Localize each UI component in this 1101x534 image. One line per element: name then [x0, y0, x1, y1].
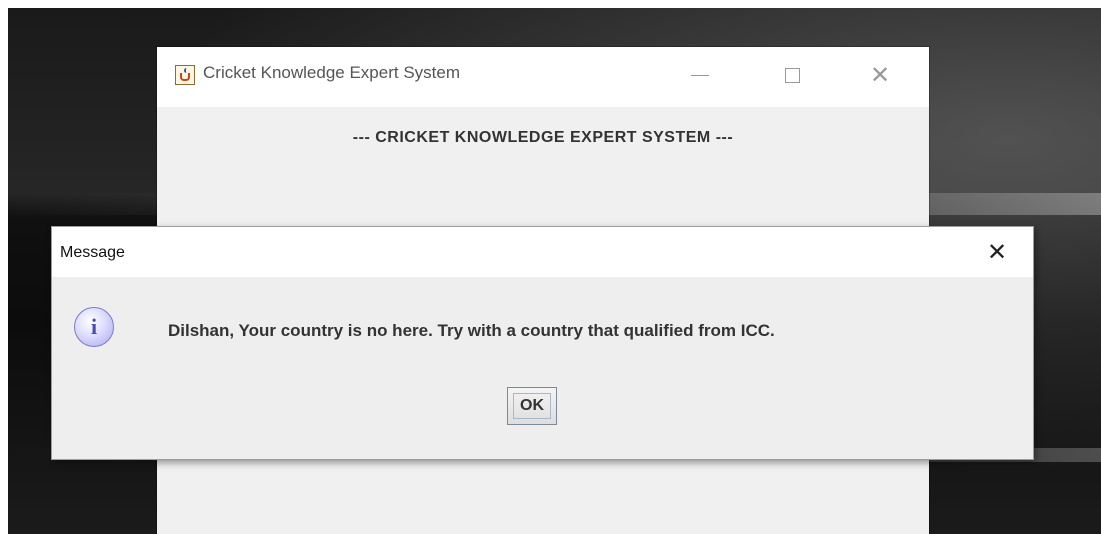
maximize-button[interactable]: [769, 57, 815, 93]
info-icon: i: [74, 307, 114, 347]
close-icon: ✕: [869, 61, 891, 89]
minimize-button[interactable]: [677, 57, 723, 93]
java-cup-icon[interactable]: [175, 65, 195, 85]
maximize-icon: [784, 67, 800, 83]
main-window-title: Cricket Knowledge Expert System: [203, 63, 460, 82]
dialog-message: Dilshan, Your country is no here. Try wi…: [168, 321, 775, 340]
app-header-label: --- CRICKET KNOWLEDGE EXPERT SYSTEM ---: [352, 129, 734, 146]
cup-shape: [180, 73, 190, 81]
dialog-titlebar[interactable]: Message ✕: [52, 227, 1033, 277]
focus-ring: [513, 393, 551, 419]
dialog-title: Message: [60, 244, 125, 261]
ok-button[interactable]: OK: [507, 387, 557, 425]
minimize-icon: [691, 74, 709, 76]
info-icon-glyph: i: [90, 314, 98, 339]
dialog-close-button[interactable]: ✕: [972, 235, 1022, 269]
close-icon: ✕: [986, 238, 1008, 266]
main-titlebar[interactable]: Cricket Knowledge Expert System ✕: [157, 47, 929, 107]
message-dialog: Message ✕ i Dilshan, Your country is no …: [52, 227, 1033, 459]
close-button[interactable]: ✕: [857, 57, 903, 93]
